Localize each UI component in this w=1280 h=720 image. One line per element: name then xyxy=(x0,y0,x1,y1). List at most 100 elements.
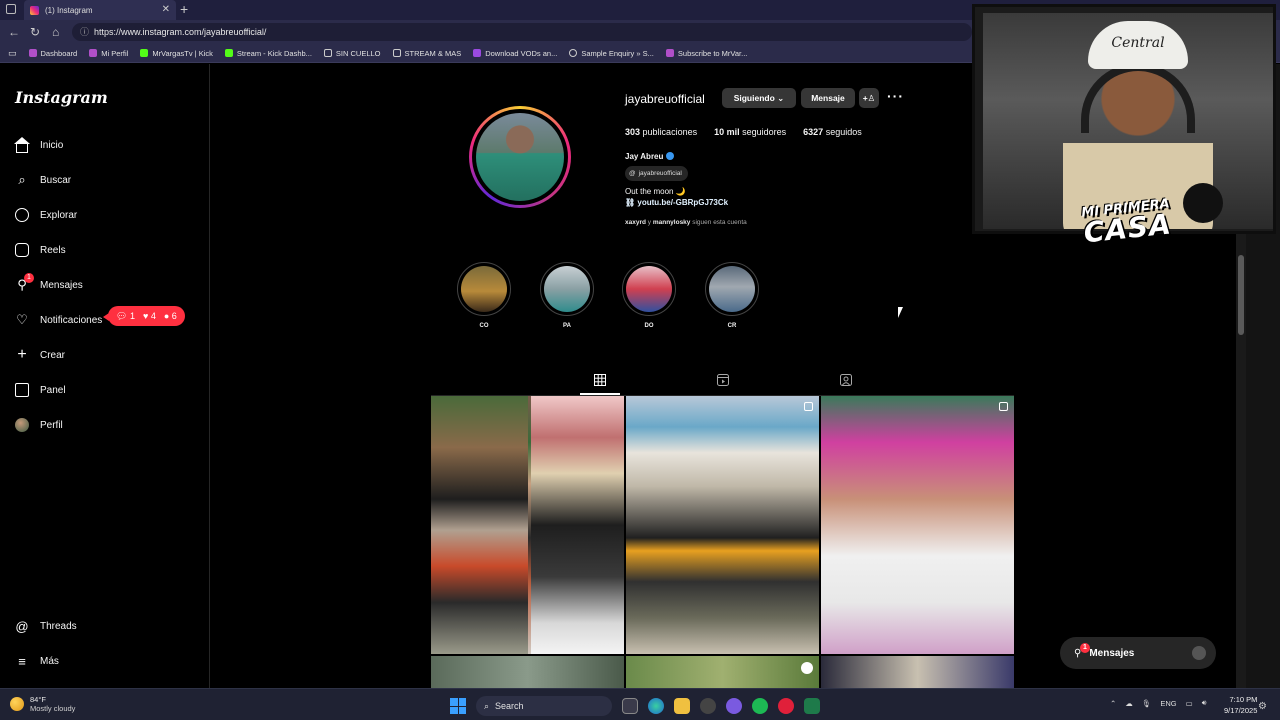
reels-tab-icon[interactable] xyxy=(715,372,731,388)
messages-floating-button[interactable]: ⚲ 1 Mensajes xyxy=(1060,637,1216,669)
highlight-thumbnail xyxy=(622,262,676,316)
kick-favicon-icon xyxy=(224,49,233,57)
notifications-summary-pill[interactable]: 💬︎ 1 ♥ 4 ● 6 xyxy=(103,306,185,326)
discord-icon[interactable] xyxy=(726,698,742,714)
close-tab-icon[interactable]: ✕ xyxy=(162,4,170,15)
tab-actions-icon[interactable] xyxy=(6,4,16,14)
notifications-gear-icon[interactable]: ⚙ xyxy=(1258,701,1267,712)
following-button[interactable]: Siguiendo ⌄ xyxy=(722,88,796,108)
messages-badge: 1 xyxy=(24,273,34,283)
taskbar-apps: ⌕ Search xyxy=(450,696,820,716)
carousel-icon xyxy=(999,402,1008,411)
post-thumbnail[interactable] xyxy=(821,656,1014,688)
task-view-icon[interactable] xyxy=(622,698,638,714)
network-icon[interactable]: ▭ xyxy=(1186,699,1193,708)
bookmarks-apps-icon[interactable]: ▭ xyxy=(8,48,17,59)
followed-by-text[interactable]: xaxyrd y mannylosky siguen esta cuenta xyxy=(625,219,747,226)
onedrive-icon[interactable]: ☁ xyxy=(1125,699,1133,708)
like-count: ♥ 4 xyxy=(142,311,156,321)
file-explorer-icon[interactable] xyxy=(674,698,690,714)
sidebar-item-threads[interactable]: @ Threads xyxy=(14,615,76,637)
opera-icon[interactable] xyxy=(778,698,794,714)
sidebar-item-panel[interactable]: Panel xyxy=(14,379,66,401)
person-icon: ● xyxy=(163,311,170,321)
post-thumbnail[interactable] xyxy=(821,396,1014,654)
threads-profile-chip[interactable]: @ jayabreuofficial xyxy=(625,166,688,181)
followers-stat[interactable]: 10 mil seguidores xyxy=(714,127,786,137)
bookmark-download-vods[interactable]: Download VODs an... xyxy=(473,49,557,58)
sidebar-item-reels[interactable]: Reels xyxy=(14,239,66,261)
refresh-icon[interactable]: ↻ xyxy=(30,25,40,39)
weather-widget[interactable]: 84°F Mostly cloudy xyxy=(10,695,75,713)
instagram-logo[interactable]: Instagram xyxy=(15,88,108,107)
sidebar-item-mas[interactable]: ≡ Más xyxy=(14,650,59,672)
post-thumbnail[interactable] xyxy=(626,656,819,688)
sidebar-item-inicio[interactable]: Inicio xyxy=(14,134,63,156)
globe-icon xyxy=(569,49,578,57)
profile-picture xyxy=(476,113,564,201)
site-info-icon[interactable]: ⓘ xyxy=(80,23,89,41)
mouse-cursor xyxy=(898,307,903,318)
bookmark-folder-sin-cuello[interactable]: SIN CUELLO xyxy=(323,49,381,58)
kick-favicon-icon xyxy=(140,49,149,57)
messages-float-badge: 1 xyxy=(1080,642,1090,653)
volume-icon[interactable]: 🔊︎ xyxy=(1202,698,1207,708)
profile-bio: Out the moon 🌙 xyxy=(625,187,686,196)
heart-icon: ♥ xyxy=(142,311,149,321)
excel-icon[interactable] xyxy=(804,698,820,714)
carousel-icon xyxy=(804,402,813,411)
post-thumbnail[interactable] xyxy=(431,396,624,654)
sidebar-item-buscar[interactable]: ⌕ Buscar xyxy=(14,169,71,191)
profile-avatar xyxy=(14,417,30,433)
sidebar-item-perfil[interactable]: Perfil xyxy=(14,414,63,436)
new-tab-icon[interactable]: + xyxy=(180,1,188,17)
bookmark-folder-stream[interactable]: STREAM & MAS xyxy=(392,49,461,58)
streamer-hat: Central xyxy=(1088,21,1188,69)
obs-icon[interactable] xyxy=(700,698,716,714)
bookmark-kick[interactable]: MrVargasTv | Kick xyxy=(140,49,213,58)
bookmark-mi-perfil[interactable]: Mi Perfil xyxy=(89,49,128,58)
heart-icon: ♡ xyxy=(16,312,28,327)
spotify-icon[interactable] xyxy=(752,698,768,714)
bookmark-dashboard[interactable]: Dashboard xyxy=(28,49,77,58)
highlight-pa[interactable]: PA xyxy=(539,262,595,329)
scrollbar-thumb[interactable] xyxy=(1238,255,1244,335)
back-icon[interactable]: ← xyxy=(8,25,20,39)
windows-taskbar: 84°F Mostly cloudy ⌕ Search ⌃ ☁ 🎙︎ ENG ▭… xyxy=(0,688,1280,720)
posts-stat[interactable]: 303 publicaciones xyxy=(625,127,697,137)
chevron-up-icon[interactable]: ⌃ xyxy=(1110,699,1116,708)
address-bar[interactable]: ⓘ https://www.instagram.com/jayabreuoffi… xyxy=(72,23,972,41)
following-stat[interactable]: 6327 seguidos xyxy=(803,127,862,137)
language-indicator[interactable]: ENG xyxy=(1160,699,1176,708)
posts-grid-tab-icon[interactable] xyxy=(592,372,608,388)
post-thumbnail[interactable] xyxy=(626,396,819,654)
highlight-cr[interactable]: CR xyxy=(704,262,760,329)
bookmark-sample-enquiry[interactable]: Sample Enquiry » S... xyxy=(569,49,654,58)
bookmark-subscribe[interactable]: Subscribe to MrVar... xyxy=(665,49,747,58)
home-icon[interactable]: ⌂ xyxy=(52,25,59,39)
search-icon: ⌕ xyxy=(484,700,490,711)
edge-icon[interactable] xyxy=(648,698,664,714)
microphone-icon[interactable]: 🎙︎ xyxy=(1142,699,1152,708)
add-person-icon[interactable]: +♙ xyxy=(859,88,879,108)
tagged-tab-icon[interactable] xyxy=(838,372,854,388)
highlight-do[interactable]: DO xyxy=(621,262,677,329)
sidebar-item-mensajes[interactable]: ⚲ 1 Mensajes xyxy=(14,273,83,296)
windows-start-icon[interactable] xyxy=(450,698,466,714)
sidebar-item-notificaciones[interactable]: ♡ Notificaciones xyxy=(14,309,102,331)
taskbar-clock[interactable]: 7:10 PM 9/17/2025 xyxy=(1224,694,1257,716)
collage-right xyxy=(531,396,624,654)
profile-link[interactable]: ⛓ youtu.be/-GBRpGJ73Ck xyxy=(625,198,728,207)
post-thumbnail[interactable] xyxy=(431,656,624,688)
bookmark-kick-dashboard[interactable]: Stream - Kick Dashb... xyxy=(224,49,312,58)
sidebar-item-crear[interactable]: + Crear xyxy=(14,344,65,366)
more-options-icon[interactable]: ··· xyxy=(887,88,904,104)
taskbar-search[interactable]: ⌕ Search xyxy=(476,696,612,716)
sidebar-item-explorar[interactable]: Explorar xyxy=(14,204,77,226)
instagram-sidebar: Instagram Inicio ⌕ Buscar Explorar Reels… xyxy=(0,64,210,688)
highlight-co[interactable]: CO xyxy=(456,262,512,329)
browser-tab[interactable]: (1) Instagram ✕ xyxy=(24,0,176,20)
profile-picture-story-ring[interactable] xyxy=(469,106,571,208)
message-button[interactable]: Mensaje xyxy=(801,88,855,108)
search-icon: ⌕ xyxy=(18,172,26,187)
